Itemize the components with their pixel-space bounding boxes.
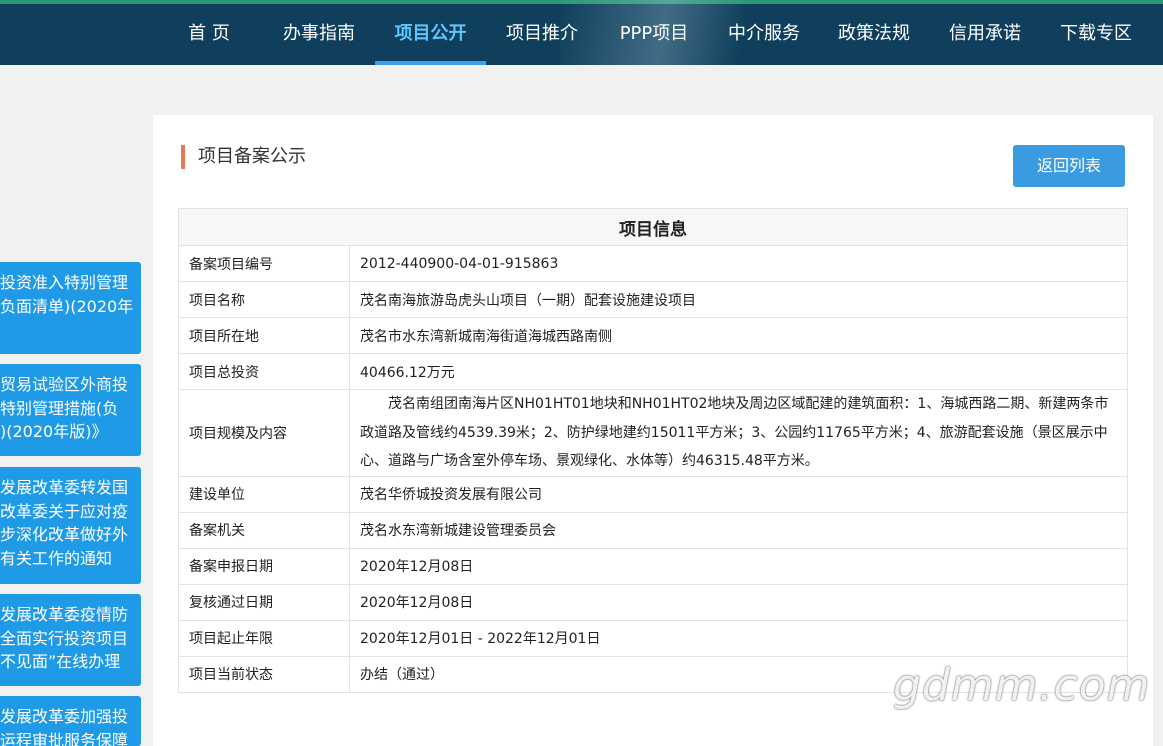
row-key: 项目所在地 bbox=[178, 317, 350, 354]
nav-item-project-disclosure[interactable]: 项目公开 bbox=[375, 4, 486, 65]
sidebar-link[interactable]: 贸易试验区外商投 特别管理措施(负 )(2020年版)》 bbox=[0, 364, 141, 456]
sidebar-link[interactable]: 发展改革委疫情防 全面实行投资项目 不见面”在线办理 bbox=[0, 594, 141, 686]
sidebar-link-text: 投资准入特别管理 负面清单)(2020年 bbox=[0, 273, 134, 316]
table-row: 备案项目编号 2012-440900-04-01-915863 bbox=[178, 245, 1128, 282]
row-key: 复核通过日期 bbox=[178, 583, 350, 621]
nav-item-guide[interactable]: 办事指南 bbox=[270, 4, 368, 65]
top-header: 首 页 办事指南 项目公开 项目推介 PPP项目 中介服务 政策法规 信用承诺 … bbox=[0, 0, 1163, 65]
table-row: 建设单位 茂名华侨城投资发展有限公司 bbox=[178, 475, 1128, 513]
row-key: 备案项目编号 bbox=[178, 245, 350, 282]
table-row: 项目规模及内容 茂名南组团南海片区NH01HT01地块和NH01HT02地块及周… bbox=[178, 389, 1128, 477]
sidebar-link-text: 发展改革委加强投 运程审批服务保障 bbox=[0, 707, 129, 746]
row-key: 项目总投资 bbox=[178, 353, 350, 390]
row-value: 茂名南海旅游岛虎头山项目（一期）配套设施建设项目 bbox=[349, 281, 1128, 318]
row-value: 茂名市水东湾新城南海街道海城西路南侧 bbox=[349, 317, 1128, 354]
row-key: 备案申报日期 bbox=[178, 547, 350, 585]
project-info-table: 项目信息 备案项目编号 2012-440900-04-01-915863 项目名… bbox=[178, 208, 1128, 693]
row-value: 2020年12月08日 bbox=[349, 583, 1128, 621]
nav-item-download[interactable]: 下载专区 bbox=[1047, 4, 1145, 65]
nav-item-credit[interactable]: 信用承诺 bbox=[936, 4, 1034, 65]
table-header-row: 项目信息 bbox=[178, 208, 1128, 246]
table-row: 复核通过日期 2020年12月08日 bbox=[178, 583, 1128, 621]
row-value: 40466.12万元 bbox=[349, 353, 1128, 390]
row-key: 项目当前状态 bbox=[178, 655, 350, 693]
nav-item-intermediary[interactable]: 中介服务 bbox=[715, 4, 813, 65]
row-value: 2020年12月01日 - 2022年12月01日 bbox=[349, 619, 1128, 657]
row-key: 项目规模及内容 bbox=[178, 389, 350, 477]
table-row: 项目起止年限 2020年12月01日 - 2022年12月01日 bbox=[178, 619, 1128, 657]
row-value: 茂名华侨城投资发展有限公司 bbox=[349, 475, 1128, 513]
sidebar-link[interactable]: 投资准入特别管理 负面清单)(2020年 bbox=[0, 262, 141, 354]
page-title: 项目备案公示 bbox=[181, 145, 306, 169]
row-value: 茂名水东湾新城建设管理委员会 bbox=[349, 511, 1128, 549]
row-key: 备案机关 bbox=[178, 511, 350, 549]
nav-item-ppp[interactable]: PPP项目 bbox=[605, 4, 703, 65]
table-row: 项目总投资 40466.12万元 bbox=[178, 353, 1128, 390]
table-row: 项目所在地 茂名市水东湾新城南海街道海城西路南侧 bbox=[178, 317, 1128, 354]
row-key: 项目名称 bbox=[178, 281, 350, 318]
table-row: 项目名称 茂名南海旅游岛虎头山项目（一期）配套设施建设项目 bbox=[178, 281, 1128, 318]
site-watermark: gdmm.com bbox=[893, 660, 1151, 711]
row-value-text: 茂名南组团南海片区NH01HT01地块和NH01HT02地块及周边区域配建的建筑… bbox=[360, 396, 1109, 469]
row-value: 2020年12月08日 bbox=[349, 547, 1128, 585]
nav-item-home[interactable]: 首 页 bbox=[170, 4, 248, 65]
table-row: 备案机关 茂名水东湾新城建设管理委员会 bbox=[178, 511, 1128, 549]
nav-item-project-promotion[interactable]: 项目推介 bbox=[493, 4, 591, 65]
sidebar-link-text: 发展改革委疫情防 全面实行投资项目 不见面”在线办理 bbox=[0, 605, 129, 671]
sidebar-link[interactable]: 发展改革委转发国 改革委关于应对疫 步深化改革做好外 有关工作的通知 bbox=[0, 467, 141, 584]
sidebar-link[interactable]: 发展改革委加强投 运程审批服务保障 bbox=[0, 696, 141, 746]
row-value: 茂名南组团南海片区NH01HT01地块和NH01HT02地块及周边区域配建的建筑… bbox=[349, 389, 1128, 477]
row-key: 建设单位 bbox=[178, 475, 350, 513]
table-title: 项目信息 bbox=[178, 208, 1128, 246]
table-row: 备案申报日期 2020年12月08日 bbox=[178, 547, 1128, 585]
row-key: 项目起止年限 bbox=[178, 619, 350, 657]
sidebar-link-text: 发展改革委转发国 改革委关于应对疫 步深化改革做好外 有关工作的通知 bbox=[0, 478, 129, 568]
nav-item-policy[interactable]: 政策法规 bbox=[825, 4, 923, 65]
sidebar-link-text: 贸易试验区外商投 特别管理措施(负 )(2020年版)》 bbox=[0, 375, 129, 441]
row-value: 2012-440900-04-01-915863 bbox=[349, 245, 1128, 282]
back-to-list-button[interactable]: 返回列表 bbox=[1013, 145, 1125, 187]
